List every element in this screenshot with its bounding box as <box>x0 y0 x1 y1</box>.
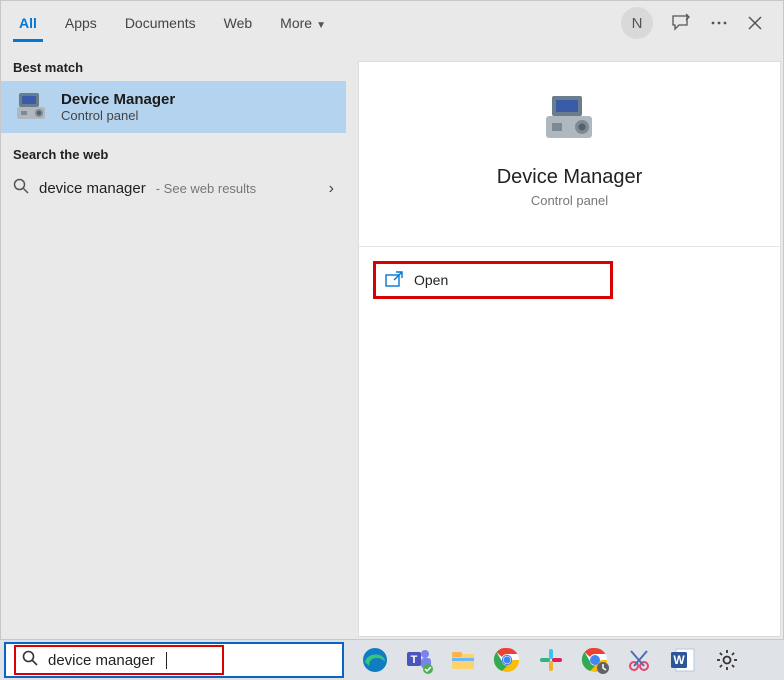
tab-web-label: Web <box>224 15 253 31</box>
web-result-term: device manager <box>39 180 146 197</box>
tab-web[interactable]: Web <box>210 5 267 41</box>
tab-more[interactable]: More ▼ <box>266 5 340 41</box>
preview-hero: Device Manager Control panel <box>359 62 780 226</box>
best-match-subtitle: Control panel <box>61 108 175 123</box>
taskbar-file-explorer-icon[interactable] <box>444 644 482 676</box>
tab-more-label: More <box>280 15 312 31</box>
svg-text:W: W <box>673 653 685 667</box>
tab-apps-label: Apps <box>65 15 97 31</box>
taskbar-snip-icon[interactable] <box>620 644 658 676</box>
results-column: Best match Device Manager Control panel … <box>1 46 346 639</box>
tab-documents[interactable]: Documents <box>111 5 210 41</box>
taskbar-slack-icon[interactable] <box>532 644 570 676</box>
best-match-heading: Best match <box>1 46 346 81</box>
chevron-down-icon: ▼ <box>316 20 326 31</box>
preview-subtitle: Control panel <box>531 193 608 208</box>
tab-all[interactable]: All <box>5 5 51 41</box>
more-options-icon[interactable] <box>709 13 729 33</box>
divider <box>359 246 780 247</box>
taskbar-chrome-icon[interactable] <box>488 644 526 676</box>
taskbar-edge-icon[interactable] <box>356 644 394 676</box>
open-label: Open <box>414 272 448 288</box>
taskbar-search-highlight: device manager <box>14 645 224 675</box>
search-input-text: device manager <box>48 652 155 669</box>
close-icon[interactable] <box>747 15 763 31</box>
feedback-icon[interactable] <box>671 13 691 33</box>
chevron-right-icon: › <box>329 180 334 198</box>
taskbar-chrome-beta-icon[interactable] <box>576 644 614 676</box>
best-match-result[interactable]: Device Manager Control panel <box>1 81 346 133</box>
open-icon <box>386 272 404 288</box>
taskbar-word-icon[interactable]: W <box>664 644 702 676</box>
device-manager-large-icon <box>540 90 600 150</box>
best-match-text: Device Manager Control panel <box>61 91 175 123</box>
user-avatar[interactable]: N <box>621 7 653 39</box>
filter-tabs: All Apps Documents Web More ▼ N <box>1 1 783 45</box>
search-panel: All Apps Documents Web More ▼ N Best matc… <box>0 0 784 640</box>
search-web-heading: Search the web <box>1 133 346 168</box>
device-manager-icon <box>13 89 49 125</box>
tab-all-label: All <box>19 15 37 31</box>
open-button[interactable]: Open <box>373 261 613 299</box>
best-match-title: Device Manager <box>61 91 175 108</box>
search-icon <box>13 178 29 199</box>
preview-pane: Device Manager Control panel Open <box>358 61 781 637</box>
avatar-letter: N <box>632 15 643 32</box>
taskbar: device manager T W <box>0 640 784 680</box>
search-icon <box>22 650 38 671</box>
topright-controls: N <box>621 7 779 39</box>
taskbar-search-box[interactable]: device manager <box>4 642 344 678</box>
tab-documents-label: Documents <box>125 15 196 31</box>
tab-apps[interactable]: Apps <box>51 5 111 41</box>
svg-text:T: T <box>411 654 418 666</box>
text-cursor <box>166 652 167 669</box>
taskbar-apps: T W <box>356 644 746 676</box>
web-result-hint: - See web results <box>156 181 256 196</box>
preview-title: Device Manager <box>497 166 643 189</box>
taskbar-settings-icon[interactable] <box>708 644 746 676</box>
taskbar-teams-icon[interactable]: T <box>400 644 438 676</box>
web-result-row[interactable]: device manager - See web results › <box>1 168 346 209</box>
